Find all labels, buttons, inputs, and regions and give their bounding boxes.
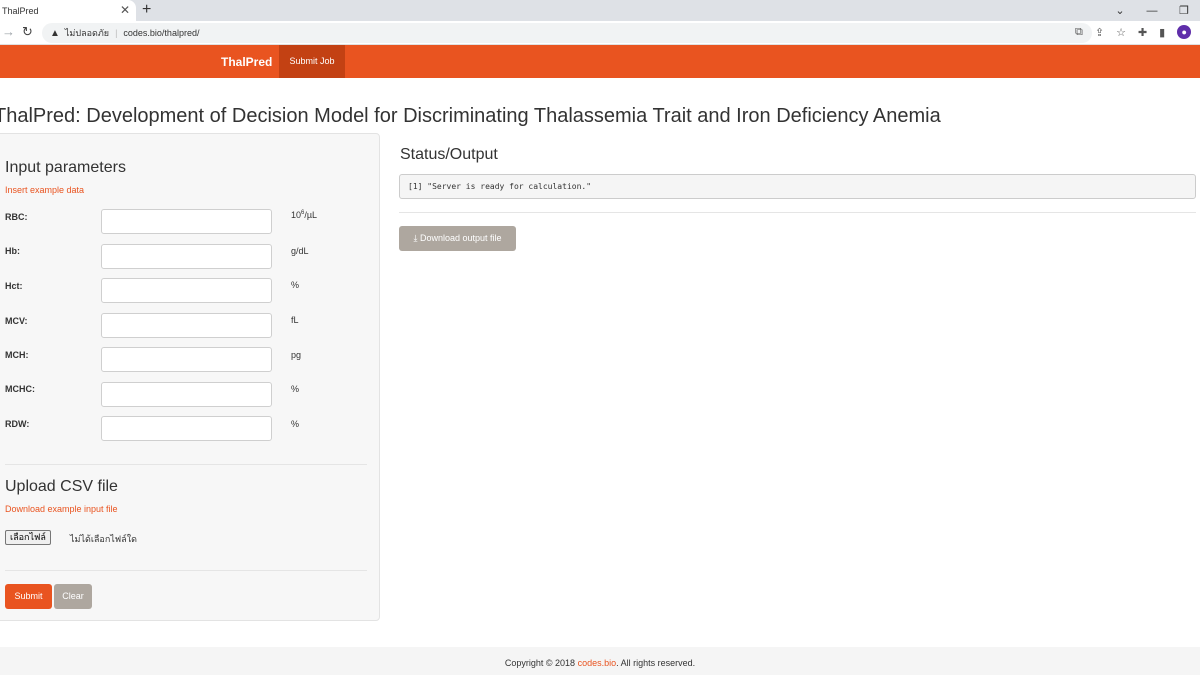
field-unit-mcv: fL — [291, 315, 299, 325]
mcv-input[interactable] — [101, 313, 272, 338]
upload-csv-heading: Upload CSV file — [5, 478, 118, 495]
navbar-brand[interactable]: ThalPred — [221, 55, 272, 69]
field-unit-mch: pg — [291, 350, 302, 360]
field-label-hct: Hct: — [5, 281, 23, 291]
submit-button[interactable]: Submit — [5, 584, 52, 609]
reload-icon[interactable]: ↻ — [22, 24, 33, 40]
download-example-link[interactable]: Download example input file — [5, 504, 118, 514]
field-label-mch: MCH: — [5, 350, 29, 360]
field-label-mcv: MCV: — [5, 316, 28, 326]
window-controls: ⌄ — ❐ — [1104, 0, 1200, 21]
browser-toolbar: ⧉ ⇪ ☆ ✚ ▮ ● — [1075, 25, 1192, 39]
field-unit-mchc: % — [291, 384, 300, 394]
field-unit-rdw: % — [291, 419, 300, 429]
file-status-text: ไม่ได้เลือกไฟล์ใด — [70, 534, 137, 544]
input-parameters-heading: Input parameters — [5, 159, 126, 176]
rbc-input[interactable] — [101, 209, 272, 234]
app-navbar: ThalPred Submit Job — [0, 45, 1200, 78]
field-label-mchc: MCHC: — [5, 384, 35, 394]
browser-tab[interactable]: ThalPred ✕ — [0, 0, 136, 21]
omnibox[interactable]: ▲ ไม่ปลอดภัย | codes.bio/thalpred/ — [42, 23, 1092, 43]
footer: Copyright © 2018 codes.bio. All rights r… — [0, 647, 1200, 675]
omnibox-separator: | — [115, 28, 118, 38]
forward-arrow-icon[interactable]: → — [2, 24, 15, 39]
mch-input[interactable] — [101, 347, 272, 372]
hct-input[interactable] — [101, 278, 272, 303]
footer-site-link[interactable]: codes.bio — [578, 658, 617, 668]
download-output-label: Download output file — [419, 233, 502, 243]
close-tab-icon[interactable]: ✕ — [120, 3, 130, 17]
field-label-rdw: RDW: — [5, 419, 30, 429]
field-unit-rbc: 106/µL — [291, 210, 318, 220]
footer-copyright-prefix: Copyright © 2018 — [504, 658, 578, 668]
choose-file-button[interactable]: เลือกไฟล์ — [5, 530, 51, 545]
sidepanel-icon[interactable]: ▮ — [1159, 26, 1165, 39]
warning-icon: ▲ — [50, 27, 60, 39]
rdw-input[interactable] — [101, 416, 272, 441]
new-tab-button[interactable]: + — [142, 1, 151, 19]
browser-tab-bar: ThalPred ✕ + ⌄ — ❐ — [0, 0, 1200, 21]
sidebar-divider-2 — [5, 570, 367, 571]
page-title: ThalPred: Development of Decision Model … — [0, 105, 941, 127]
hb-input[interactable] — [101, 244, 272, 269]
insert-example-link[interactable]: Insert example data — [5, 185, 84, 195]
footer-copyright-suffix: . All rights reserved. — [616, 658, 696, 668]
sidebar-divider — [5, 464, 367, 465]
clear-button[interactable]: Clear — [54, 584, 92, 609]
tab-search-icon[interactable]: ⌄ — [1104, 4, 1136, 17]
field-unit-hb: g/dL — [291, 246, 309, 256]
security-label: ไม่ปลอดภัย — [64, 28, 110, 38]
address-bar-row: → ↻ ▲ ไม่ปลอดภัย | codes.bio/thalpred/ ⧉… — [0, 21, 1200, 45]
field-label-hb: Hb: — [5, 246, 20, 256]
tab-title: ThalPred — [2, 6, 39, 16]
status-output-heading: Status/Output — [400, 146, 498, 163]
translate-icon[interactable]: ⧉ — [1075, 26, 1083, 39]
profile-avatar-icon[interactable]: ● — [1177, 25, 1192, 39]
minimize-icon[interactable]: — — [1136, 5, 1168, 17]
restore-icon[interactable]: ❐ — [1168, 4, 1200, 17]
sidebar-panel: Input parameters Insert example data RBC… — [0, 133, 380, 621]
url-text: codes.bio/thalpred/ — [123, 28, 200, 38]
main-divider — [399, 212, 1196, 213]
extensions-icon[interactable]: ✚ — [1138, 26, 1147, 39]
field-unit-hct: % — [291, 280, 300, 290]
download-output-button[interactable]: ⤓ Download output file — [399, 226, 516, 251]
mchc-input[interactable] — [101, 382, 272, 407]
status-output-box: [1] "Server is ready for calculation." — [399, 174, 1196, 199]
field-label-rbc: RBC: — [5, 212, 28, 222]
share-icon[interactable]: ⇪ — [1095, 26, 1104, 39]
nav-item-submit-job[interactable]: Submit Job — [279, 45, 345, 78]
star-icon[interactable]: ☆ — [1116, 26, 1126, 39]
